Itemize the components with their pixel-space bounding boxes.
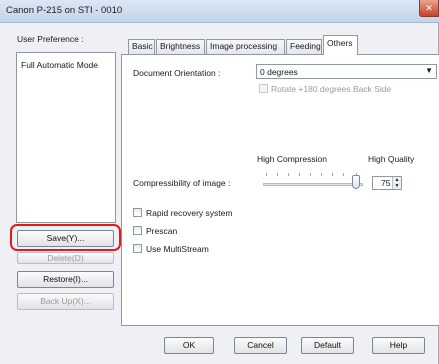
slider-tick (332, 173, 333, 176)
help-button[interactable]: Help (372, 337, 425, 354)
document-orientation-select[interactable]: 0 degrees ▼ (256, 64, 437, 79)
backup-button[interactable]: Back Up(X)... (17, 293, 114, 310)
others-tab-panel (121, 54, 439, 326)
prescan-checkbox[interactable] (133, 226, 142, 235)
user-preference-label: User Preference : (17, 34, 84, 44)
list-item[interactable]: Full Automatic Mode (21, 60, 98, 70)
use-multistream-checkbox[interactable] (133, 244, 142, 253)
tab-feeding[interactable]: Feeding (286, 39, 322, 54)
cancel-button[interactable]: Cancel (234, 337, 287, 354)
window-title: Canon P-215 on STI - 0010 (6, 5, 123, 16)
close-button[interactable]: ✕ (419, 0, 439, 17)
high-compression-label: High Compression (257, 154, 327, 164)
tab-others[interactable]: Others (323, 35, 358, 55)
stepper-down-icon[interactable]: ▼ (393, 183, 401, 189)
compressibility-stepper[interactable]: 75 ▲ ▼ (372, 176, 402, 190)
stepper-arrows[interactable]: ▲ ▼ (392, 177, 401, 189)
restore-button[interactable]: Restore(I)... (17, 271, 114, 288)
rotate-back-side-checkbox[interactable] (259, 84, 268, 93)
compressibility-label: Compressibility of image : (133, 178, 231, 188)
slider-tick (299, 173, 300, 176)
use-multistream-label: Use MultiStream (146, 244, 209, 254)
rapid-recovery-label: Rapid recovery system (146, 208, 233, 218)
high-quality-label: High Quality (368, 154, 415, 164)
default-button[interactable]: Default (301, 337, 354, 354)
close-icon: ✕ (425, 3, 433, 13)
user-preference-list[interactable]: Full Automatic Mode (16, 52, 116, 223)
rapid-recovery-checkbox[interactable] (133, 208, 142, 217)
slider-tick (321, 173, 322, 176)
chevron-down-icon: ▼ (425, 66, 433, 75)
scanner-settings-window: Canon P-215 on STI - 0010 ✕ User Prefere… (0, 0, 439, 364)
slider-tick (310, 173, 311, 176)
save-button-highlight (10, 224, 121, 251)
tab-image-processing[interactable]: Image processing (206, 39, 285, 54)
title-bar[interactable]: Canon P-215 on STI - 0010 ✕ (0, 0, 439, 23)
slider-tick (266, 173, 267, 176)
compressibility-value: 75 (381, 178, 391, 188)
tab-brightness[interactable]: Brightness (156, 39, 205, 54)
ok-button[interactable]: OK (164, 337, 214, 354)
compressibility-slider-thumb[interactable] (352, 175, 360, 189)
document-orientation-label: Document Orientation : (133, 68, 221, 78)
document-orientation-value: 0 degrees (260, 67, 298, 77)
slider-tick (288, 173, 289, 176)
prescan-label: Prescan (146, 226, 178, 236)
rotate-back-side-label: Rotate +180 degrees Back Side (271, 84, 392, 94)
slider-tick (277, 173, 278, 176)
tab-basic[interactable]: Basic (128, 39, 155, 54)
compressibility-slider[interactable] (263, 183, 363, 186)
delete-button[interactable]: Delete(D) (17, 252, 114, 264)
slider-tick (343, 173, 344, 176)
